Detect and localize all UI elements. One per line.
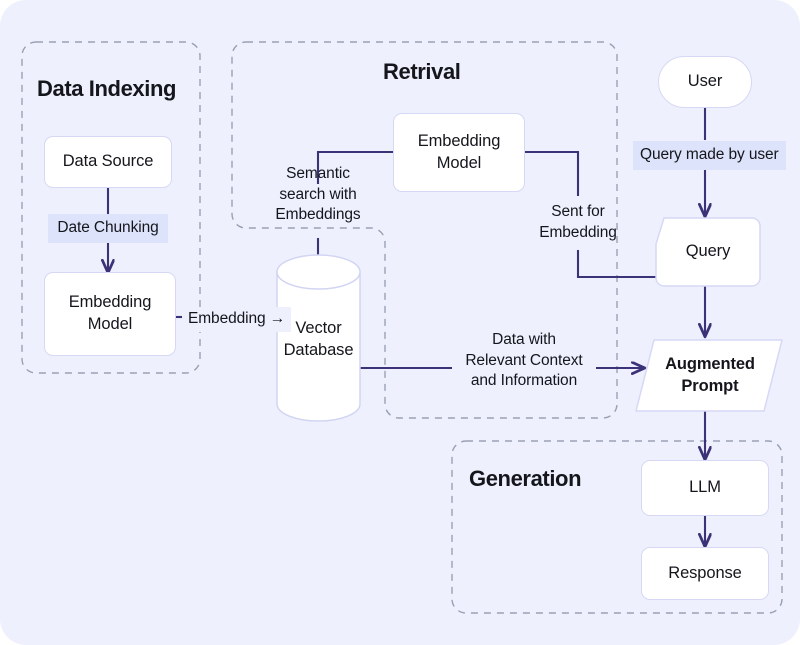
node-user-label: User bbox=[687, 72, 723, 91]
section-title-retrival: Retrival bbox=[383, 59, 461, 84]
rag-diagram-canvas: Data Indexing Retrival Generation Data S… bbox=[0, 0, 800, 645]
node-data-source[interactable]: Data Source bbox=[44, 136, 172, 188]
node-indexing-embedding-model-label: Embedding Model bbox=[68, 293, 152, 333]
connector-query-to-embmodel-up bbox=[525, 150, 580, 196]
edge-label-semantic-search: Semantic search with Embeddings bbox=[275, 165, 361, 224]
node-indexing-embedding-model[interactable]: Embedding Model bbox=[44, 272, 176, 356]
node-llm[interactable]: LLM bbox=[641, 460, 769, 516]
edge-label-data-with-relevant-context: Data with Relevant Context and Informati… bbox=[452, 328, 596, 394]
augmented-prompt-shape bbox=[635, 339, 783, 412]
node-llm-label: LLM bbox=[689, 478, 721, 497]
node-user[interactable]: User bbox=[658, 56, 752, 108]
edge-label-query-made-by-user: Query made by user bbox=[633, 141, 786, 170]
node-response-label: Response bbox=[668, 563, 742, 582]
edge-label-sent-for-embedding: Sent for Embedding bbox=[539, 203, 617, 241]
node-response[interactable]: Response bbox=[641, 547, 769, 600]
query-shape bbox=[655, 217, 761, 287]
section-title-generation: Generation bbox=[469, 466, 582, 491]
edge-label-date-chunking: Date Chunking bbox=[48, 214, 168, 243]
node-retrieval-embedding-model[interactable]: Embedding Model bbox=[393, 113, 525, 192]
node-retrieval-embedding-model-label: Embedding Model bbox=[417, 131, 501, 172]
connector-query-to-embmodel-down bbox=[576, 250, 658, 279]
node-data-source-label: Data Source bbox=[62, 152, 154, 171]
edge-label-embedding: Embedding → bbox=[182, 307, 292, 332]
section-title-data-indexing: Data Indexing bbox=[37, 76, 177, 101]
